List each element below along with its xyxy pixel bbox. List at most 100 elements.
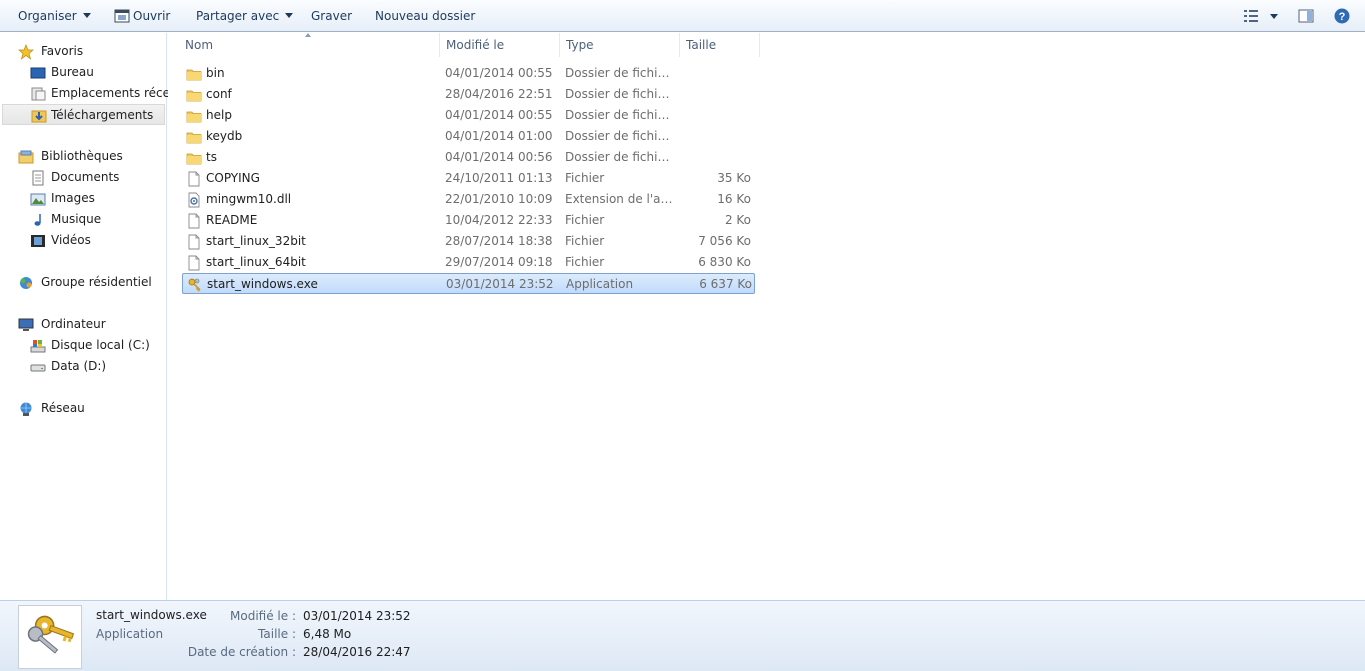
file-name: mingwm10.dll — [206, 192, 292, 206]
file-row[interactable]: mingwm10.dll 22/01/2010 10:09 Extension de… — [182, 189, 755, 210]
partager-menu[interactable]: Partager avec — [196, 8, 294, 24]
file-row[interactable]: start_linux_64bit 29/07/2014 09:18 Fichier… — [182, 252, 755, 273]
nav-bibliotheques[interactable]: Bibliothèques — [18, 146, 158, 167]
nav-label: Réseau — [41, 401, 85, 415]
nav-label: Emplacements récent — [51, 86, 183, 100]
nav-label: Bibliothèques — [41, 149, 123, 163]
file-type: Dossier de fichiers — [565, 108, 675, 122]
file-date: 10/04/2012 22:33 — [445, 213, 553, 227]
file-name: start_windows.exe — [207, 277, 318, 291]
computer-icon — [18, 318, 34, 331]
view-options-chevron-icon[interactable] — [1270, 14, 1278, 19]
file-name: COPYING — [206, 171, 260, 185]
chevron-down-icon — [82, 13, 91, 18]
column-label: Modifié le — [446, 38, 505, 52]
preview-pane-icon[interactable] — [1298, 8, 1314, 24]
details-file-name: start_windows.exe — [96, 608, 207, 622]
nav-emplacements-recents[interactable]: Emplacements récent — [28, 83, 182, 104]
partager-label: Partager avec — [196, 9, 280, 23]
details-creation-value: 28/04/2016 22:47 — [303, 645, 411, 659]
file-name: help — [206, 108, 232, 122]
column-header-modifie[interactable]: Modifié le — [440, 33, 560, 57]
nav-disque-c[interactable]: Disque local (C:) — [28, 335, 165, 356]
column-label: Taille — [686, 38, 717, 52]
details-file-type: Application — [96, 627, 164, 641]
details-taille-value: 6,48 Mo — [303, 627, 352, 641]
file-thumbnail — [18, 605, 82, 669]
nav-images[interactable]: Images — [28, 188, 165, 209]
file-name: start_linux_32bit — [206, 234, 306, 248]
organiser-label: Organiser — [18, 9, 77, 23]
file-row[interactable]: README 10/04/2012 22:33 Fichier 2 Ko — [182, 210, 755, 231]
svg-text:?: ? — [1339, 11, 1346, 23]
organiser-menu[interactable]: Organiser — [18, 8, 91, 24]
nav-label: Ordinateur — [41, 317, 106, 331]
file-icon — [188, 255, 200, 271]
file-row[interactable]: start_windows.exe 03/01/2014 23:52 Applica… — [182, 273, 755, 294]
file-name: start_linux_64bit — [206, 255, 306, 269]
nav-musique[interactable]: Musique — [28, 209, 165, 230]
nav-label: Data (D:) — [51, 359, 107, 373]
nav-data-d[interactable]: Data (D:) — [28, 356, 165, 377]
nav-reseau[interactable]: Réseau — [18, 398, 158, 419]
nav-ordinateur[interactable]: Ordinateur — [18, 314, 158, 335]
keys-app-icon — [27, 615, 75, 654]
file-row[interactable]: keydb 04/01/2014 01:00 Dossier de fichiers — [182, 126, 755, 147]
column-header-type[interactable]: Type — [560, 33, 680, 57]
column-label: Nom — [185, 38, 214, 52]
desktop-icon — [30, 67, 46, 79]
drive-icon — [30, 364, 46, 372]
details-taille-label: Taille : — [258, 627, 296, 641]
nav-telechargements[interactable]: Téléchargements — [2, 104, 165, 125]
file-row[interactable]: help 04/01/2014 00:55 Dossier de fichiers — [182, 105, 755, 126]
system-drive-icon — [30, 340, 46, 353]
details-modifie-value: 03/01/2014 23:52 — [303, 609, 411, 623]
nav-favoris[interactable]: Favoris — [18, 41, 158, 62]
file-type: Fichier — [565, 213, 605, 227]
file-date: 22/01/2010 10:09 — [445, 192, 553, 206]
file-date: 04/01/2014 00:55 — [445, 108, 553, 122]
music-note-icon — [34, 214, 41, 226]
file-icon — [188, 234, 200, 250]
file-row[interactable]: start_linux_32bit 28/07/2014 18:38 Fichier… — [182, 231, 755, 252]
graver-button[interactable]: Graver — [311, 8, 352, 24]
nav-label: Bureau — [51, 65, 94, 79]
file-date: 04/01/2014 00:56 — [445, 150, 553, 164]
file-row[interactable]: conf 28/04/2016 22:51 Dossier de fichiers — [182, 84, 755, 105]
file-name: bin — [206, 66, 225, 80]
nav-groupe-residentiel[interactable]: Groupe résidentiel — [18, 272, 165, 293]
file-date: 29/07/2014 09:18 — [445, 255, 553, 269]
file-name: README — [206, 213, 258, 227]
folder-icon — [186, 153, 202, 165]
folder-icon — [186, 132, 202, 144]
homegroup-icon — [20, 277, 32, 289]
file-size: 7 056 Ko — [698, 234, 751, 248]
nav-label: Disque local (C:) — [51, 338, 150, 352]
file-type: Dossier de fichiers — [565, 150, 675, 164]
file-row[interactable]: COPYING 24/10/2011 01:13 Fichier 35 Ko — [182, 168, 755, 189]
documents-icon — [32, 170, 44, 186]
file-size: 16 Ko — [717, 192, 751, 206]
column-header-taille[interactable]: Taille — [680, 33, 760, 57]
help-icon[interactable]: ? — [1334, 8, 1350, 24]
file-type: Application — [566, 277, 634, 291]
file-type: Fichier — [565, 171, 605, 185]
images-icon — [30, 193, 46, 206]
ouvrir-button[interactable]: Ouvrir — [133, 8, 170, 24]
network-icon — [20, 402, 32, 416]
file-size: 35 Ko — [717, 171, 751, 185]
view-details-icon[interactable] — [1243, 8, 1259, 24]
nouveau-dossier-button[interactable]: Nouveau dossier — [375, 8, 475, 24]
nav-videos[interactable]: Vidéos — [28, 230, 165, 251]
details-modifie-label: Modifié le : — [230, 609, 296, 623]
nav-label: Favoris — [41, 44, 84, 58]
file-name: conf — [206, 87, 232, 101]
nav-bureau[interactable]: Bureau — [28, 62, 165, 83]
nav-documents[interactable]: Documents — [28, 167, 165, 188]
details-creation-label: Date de création : — [187, 645, 296, 659]
file-row[interactable]: bin 04/01/2014 00:55 Dossier de fichiers — [182, 63, 755, 84]
file-date: 04/01/2014 01:00 — [445, 129, 553, 143]
file-row[interactable]: ts 04/01/2014 00:56 Dossier de fichiers — [182, 147, 755, 168]
file-icon — [188, 171, 200, 187]
file-date: 28/04/2016 22:51 — [445, 87, 553, 101]
